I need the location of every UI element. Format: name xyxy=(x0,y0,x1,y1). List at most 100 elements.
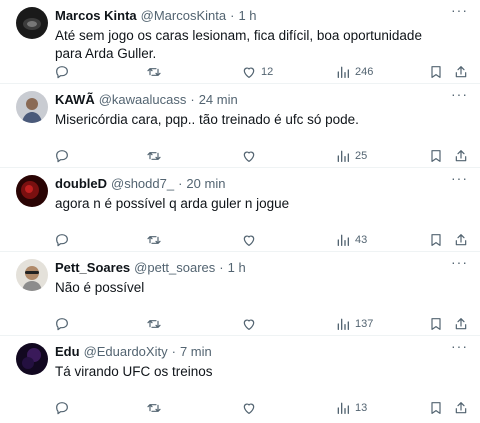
views-button[interactable]: 137 xyxy=(335,316,373,332)
avatar[interactable] xyxy=(16,343,48,375)
reply-button[interactable] xyxy=(54,64,70,80)
author-handle[interactable]: @MarcosKinta xyxy=(141,8,226,24)
timestamp[interactable]: 20 min xyxy=(186,176,225,192)
views-button[interactable]: 13 xyxy=(335,400,367,416)
views-icon xyxy=(337,318,349,330)
views-button[interactable]: 25 xyxy=(335,148,367,164)
reply-button[interactable] xyxy=(54,232,70,248)
reply-button[interactable] xyxy=(54,400,70,416)
bookmark-button[interactable] xyxy=(428,148,444,164)
share-button[interactable] xyxy=(453,316,469,332)
views-count: 137 xyxy=(355,318,374,330)
share-icon xyxy=(455,402,467,414)
retweet-button[interactable] xyxy=(146,232,162,248)
bookmark-button[interactable] xyxy=(428,316,444,332)
views-button[interactable]: 246 xyxy=(335,64,373,80)
bookmark-icon xyxy=(431,234,441,246)
views-count: 246 xyxy=(355,66,374,78)
tweet-text: Não é possível xyxy=(55,280,145,295)
tweet-text: Até sem jogo os caras lesionam, fica dif… xyxy=(55,28,422,61)
author-handle[interactable]: @pett_soares xyxy=(134,260,215,276)
share-icon xyxy=(455,318,467,330)
like-button[interactable] xyxy=(241,232,261,248)
reply-feed: · · · Marcos Kinta @MarcosKinta · 1 h Até … xyxy=(0,0,480,420)
avatar[interactable] xyxy=(16,259,48,291)
tweet[interactable]: ··· Pett_Soares @pett_soares · 1 h Não é… xyxy=(0,252,480,336)
share-button[interactable] xyxy=(453,232,469,248)
retweet-button[interactable] xyxy=(146,316,162,332)
retweet-icon xyxy=(147,404,161,412)
like-icon xyxy=(243,319,255,330)
bookmark-icon xyxy=(431,318,441,330)
author-handle[interactable]: @shodd7_ xyxy=(111,176,174,192)
avatar[interactable] xyxy=(16,91,48,123)
tweet-text: Misericórdia cara, pqp.. tão treinado é … xyxy=(55,112,359,127)
bookmark-button[interactable] xyxy=(428,232,444,248)
bookmark-icon xyxy=(431,150,441,162)
bookmark-icon xyxy=(431,66,441,78)
retweet-icon xyxy=(147,320,161,328)
reply-button[interactable] xyxy=(54,148,70,164)
tweet[interactable]: ··· KAWÃ @kawaalucass · 24 min Misericór… xyxy=(0,84,480,168)
timestamp[interactable]: 7 min xyxy=(180,344,212,360)
reply-icon xyxy=(56,402,68,415)
retweet-button[interactable] xyxy=(146,64,162,80)
author-name[interactable]: Marcos Kinta xyxy=(55,8,137,24)
views-count: 43 xyxy=(355,234,368,246)
bookmark-button[interactable] xyxy=(428,400,444,416)
views-icon xyxy=(337,66,349,78)
share-icon xyxy=(455,234,467,246)
share-button[interactable] xyxy=(453,148,469,164)
author-name[interactable]: Pett_Soares xyxy=(55,260,130,276)
like-icon xyxy=(243,235,255,246)
separator: · xyxy=(190,92,195,107)
author-name[interactable]: KAWÃ xyxy=(55,92,95,108)
share-button[interactable] xyxy=(453,64,469,80)
like-icon xyxy=(243,403,255,414)
reply-icon xyxy=(56,66,68,79)
tweet[interactable]: ··· Marcos Kinta @MarcosKinta · 1 h Até … xyxy=(0,0,480,84)
tweet[interactable]: ··· doubleD @shodd7_ · 20 min agora n é … xyxy=(0,168,480,252)
like-button[interactable] xyxy=(241,316,261,332)
author-handle[interactable]: @EduardoXity xyxy=(84,344,168,360)
share-icon xyxy=(455,66,467,78)
bookmark-button[interactable] xyxy=(428,64,444,80)
tweet-text: agora n é possível q arda guler n jogue xyxy=(55,196,290,211)
retweet-icon xyxy=(147,236,161,244)
share-icon xyxy=(455,150,467,162)
timestamp[interactable]: 24 min xyxy=(199,92,238,108)
retweet-button[interactable] xyxy=(146,400,162,416)
like-count: 12 xyxy=(261,66,274,78)
views-icon xyxy=(337,150,349,162)
author-name[interactable]: doubleD xyxy=(55,176,107,192)
reply-icon xyxy=(56,150,68,163)
timestamp[interactable]: 1 h xyxy=(228,260,246,276)
tweet[interactable]: ··· Edu @EduardoXity · 7 min Tá virando … xyxy=(0,336,480,420)
avatar[interactable] xyxy=(16,7,48,39)
author-handle[interactable]: @kawaalucass xyxy=(99,92,187,108)
retweet-icon xyxy=(147,152,161,160)
reply-icon xyxy=(56,234,68,247)
author-name[interactable]: Edu xyxy=(55,344,80,360)
like-icon xyxy=(243,67,255,78)
views-icon xyxy=(337,402,349,414)
separator: · xyxy=(178,176,183,191)
views-count: 13 xyxy=(355,402,368,414)
avatar[interactable] xyxy=(16,175,48,207)
retweet-button[interactable] xyxy=(146,148,162,164)
retweet-icon xyxy=(147,68,161,76)
bookmark-icon xyxy=(431,402,441,414)
separator: · xyxy=(219,260,224,275)
share-button[interactable] xyxy=(453,400,469,416)
tweet-text: Tá virando UFC os treinos xyxy=(55,364,213,379)
like-button[interactable]: 12 xyxy=(241,64,273,80)
separator: · xyxy=(230,8,235,23)
views-button[interactable]: 43 xyxy=(335,232,367,248)
separator: · xyxy=(171,344,176,359)
like-button[interactable] xyxy=(241,400,261,416)
timestamp[interactable]: 1 h xyxy=(238,8,256,24)
like-button[interactable] xyxy=(241,148,261,164)
views-icon xyxy=(337,234,349,246)
views-count: 25 xyxy=(355,150,368,162)
reply-button[interactable] xyxy=(54,316,70,332)
